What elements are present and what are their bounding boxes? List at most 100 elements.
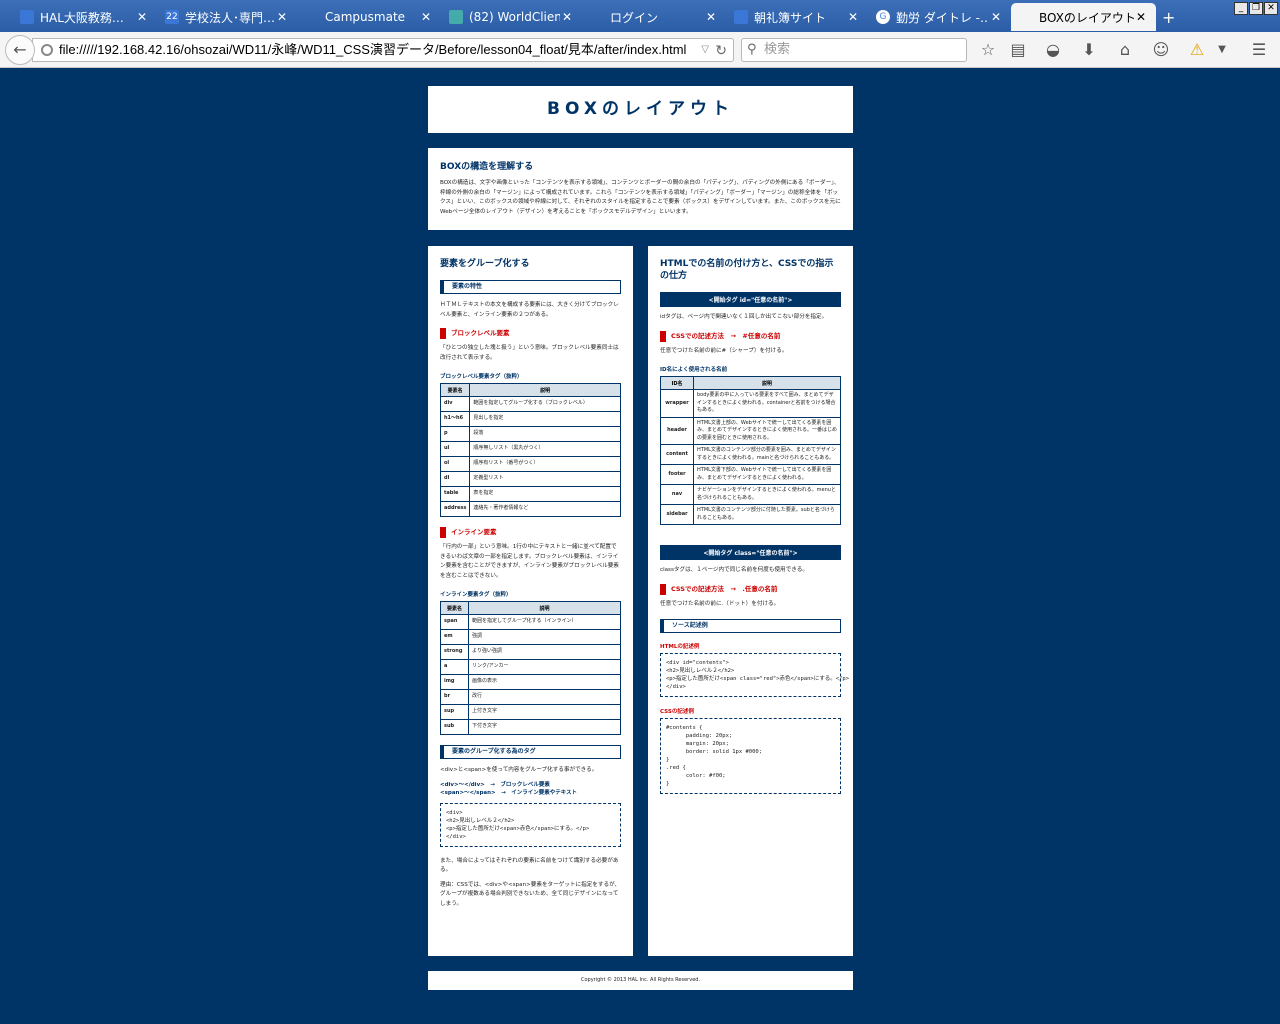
- inline-text: 「行内の一部」という意味。1行の中にテキストと一緒に並べて配置できるいわば文章の…: [440, 544, 619, 579]
- window-controls: _ ❐ ✕: [1234, 2, 1278, 15]
- description-cell: 改行: [468, 689, 621, 705]
- tab-title: BOXのレイアウト: [1039, 10, 1134, 25]
- reason-note: 理由：CSSでは、<div>や<span>要素をターゲットに指定をするが、グルー…: [440, 881, 621, 907]
- description-cell: ナビゲーションをデザインするときによく使われる。menuと名づけられることもある…: [693, 484, 841, 505]
- close-tab-icon[interactable]: ✕: [704, 10, 718, 24]
- close-tab-icon[interactable]: ✕: [1134, 10, 1148, 24]
- id-css-heading: CSSでの記述方法 → #任意の名前: [660, 330, 841, 342]
- table-row: div 範囲を指定してグループ化する（ブロックレベル）: [439, 396, 621, 412]
- description-cell: 上付き文字: [468, 704, 621, 720]
- element-name-cell: sub: [440, 719, 469, 735]
- table-header: 説明: [693, 376, 841, 390]
- table-row: address 連絡先・著作者情報など: [439, 501, 621, 517]
- tab-bar: HAL大阪教務… ✕ 22 学校法人･専門… ✕ Campusmate ✕ (82) Worl…: [0, 0, 1280, 32]
- class-css-heading: CSSでの記述方法 → .任意の名前: [660, 583, 841, 595]
- table-row: br 改行: [440, 689, 621, 705]
- home-icon[interactable]: ⌂: [1115, 40, 1135, 60]
- tab-3[interactable]: Campusmate ✕: [297, 3, 441, 31]
- tab-2[interactable]: 22 学校法人･専門… ✕: [157, 3, 297, 31]
- element-name-cell: h1～h6: [439, 411, 471, 427]
- tab-7[interactable]: G 勤労 ダイトレ -… ✕: [868, 3, 1011, 31]
- close-tab-icon[interactable]: ✕: [135, 10, 149, 24]
- table-header: 要素名: [439, 383, 471, 397]
- class-css-text: 任意でつけた名前の前に.（ドット）を付ける。: [660, 600, 780, 607]
- tab-6[interactable]: 朝礼簿サイト ✕: [726, 3, 868, 31]
- tab-1[interactable]: HAL大阪教務… ✕: [12, 3, 157, 31]
- tab-4[interactable]: (82) WorldClien…✕: [441, 3, 582, 31]
- class-tag-bar: <開始タグ class="任意の名前">: [660, 545, 841, 560]
- element-name-cell: address: [439, 501, 471, 517]
- back-button[interactable]: ←: [5, 35, 35, 65]
- close-tab-icon[interactable]: ✕: [846, 10, 860, 24]
- div-tag-line: <div>～</div> → ブロックレベル要素: [440, 781, 550, 788]
- tab-8[interactable]: BOXのレイアウト ✕: [1011, 3, 1156, 31]
- tab-title: HAL大阪教務…: [40, 10, 124, 25]
- pocket-icon[interactable]: ◒: [1043, 40, 1063, 60]
- table-row: a リンク/アンカー: [440, 659, 621, 675]
- description-cell: 画像の表示: [468, 674, 621, 690]
- page-viewport: BOXのレイアウト BOXの構造を理解する BOXの構造は、文字や画像といった「…: [0, 68, 1280, 1024]
- new-tab-button[interactable]: +: [1162, 8, 1175, 27]
- close-tab-icon[interactable]: ✕: [560, 10, 574, 24]
- description-cell: HTML文書のコンテンツ部分の要素を囲み、まとめてデザインするときによく使われる…: [693, 444, 841, 465]
- page-header: BOXのレイアウト: [428, 86, 853, 133]
- element-name-cell: ul: [439, 441, 471, 457]
- history-dropdown-icon[interactable]: ▽: [701, 39, 709, 61]
- search-placeholder: 検索: [764, 42, 791, 57]
- element-name-cell: dl: [439, 471, 471, 487]
- element-name-cell: ol: [439, 456, 471, 472]
- element-name-cell: sidebar: [660, 504, 694, 525]
- emoji-icon[interactable]: ☺: [1151, 40, 1171, 60]
- table-row: table 表を指定: [439, 486, 621, 502]
- table-header: 説明: [469, 383, 621, 397]
- search-input[interactable]: ⚲ 検索: [741, 38, 967, 62]
- blank-icon: [305, 10, 319, 24]
- google-icon: G: [876, 10, 890, 24]
- close-window-icon[interactable]: ✕: [1264, 2, 1278, 15]
- naming-heading: HTMLでの名前の付け方と、CSSでの指示の仕方: [660, 259, 834, 281]
- class-text: classタグは、１ページ内で同じ名前を何度も使用できる。: [660, 567, 808, 573]
- element-traits-heading: 要素の特性: [440, 280, 621, 294]
- element-name-cell: p: [439, 426, 471, 442]
- bookmark-star-icon[interactable]: ☆: [978, 40, 998, 60]
- table-row: span 範囲を指定してグループ化する（インライン）: [440, 614, 621, 630]
- reading-list-icon[interactable]: ▤: [1008, 40, 1028, 60]
- tab-title: (82) WorldClien…: [469, 10, 560, 24]
- minimize-icon[interactable]: _: [1234, 2, 1248, 15]
- table-row: ul 順序無しリスト（黒丸がつく）: [439, 441, 621, 457]
- grid-icon: [734, 10, 748, 24]
- close-tab-icon[interactable]: ✕: [989, 10, 1003, 24]
- table-row: p 段落: [439, 426, 621, 442]
- grouping-tags-heading: 要素のグループ化する為のタグ: [440, 745, 621, 759]
- close-tab-icon[interactable]: ✕: [419, 10, 433, 24]
- tab-title: 学校法人･専門…: [185, 10, 275, 25]
- table-row: sub 下付き文字: [440, 719, 621, 735]
- description-cell: body要素の中に入っている要素をすべて囲み、まとめてデザインするときによく使わ…: [693, 389, 841, 418]
- tab-title: 勤労 ダイトレ -…: [896, 10, 989, 25]
- description-cell: 強調: [468, 629, 621, 645]
- table-row: ol 順序有リスト（番号がつく）: [439, 456, 621, 472]
- element-name-cell: em: [440, 629, 469, 645]
- element-name-cell: content: [660, 444, 694, 465]
- restore-icon[interactable]: ❐: [1249, 2, 1263, 15]
- blank-icon: [590, 10, 604, 24]
- html-example-label: HTMLの記述例: [660, 644, 700, 650]
- element-name-cell: header: [660, 416, 694, 445]
- inline-element-table: 要素名 説明 span 範囲を指定してグループ化する（インライン） em 強調 stron…: [440, 601, 621, 735]
- table-row: sidebar HTML文書のコンテンツ部分に付随した要素。subと名づけられるこ…: [660, 504, 841, 525]
- chevron-down-icon[interactable]: ▼: [1212, 40, 1232, 60]
- id-table-title: ID名によく使用される名前: [660, 367, 728, 373]
- grouping-code-sample: <div> <h2>見出しレベル２</h2> <p>指定した箇所だけ<span>…: [440, 802, 621, 847]
- tab-5[interactable]: ログイン ✕: [582, 3, 726, 31]
- table-row: sup 上付き文字: [440, 704, 621, 720]
- download-icon[interactable]: ⬇: [1079, 40, 1099, 60]
- warning-icon[interactable]: ⚠: [1187, 40, 1207, 60]
- menu-icon[interactable]: ☰: [1249, 40, 1269, 60]
- description-cell: 範囲を指定してグループ化する（ブロックレベル）: [469, 396, 621, 412]
- url-bar[interactable]: file://///192.168.42.16/ohsozai/WD11/永峰/…: [32, 38, 734, 62]
- reload-icon[interactable]: ↻: [715, 39, 727, 61]
- close-tab-icon[interactable]: ✕: [275, 10, 289, 24]
- intro-section: BOXの構造を理解する BOXの構造は、文字や画像といった「コンテンツを表示する…: [428, 148, 853, 230]
- element-name-cell: br: [440, 689, 469, 705]
- calendar-icon: 22: [165, 10, 179, 24]
